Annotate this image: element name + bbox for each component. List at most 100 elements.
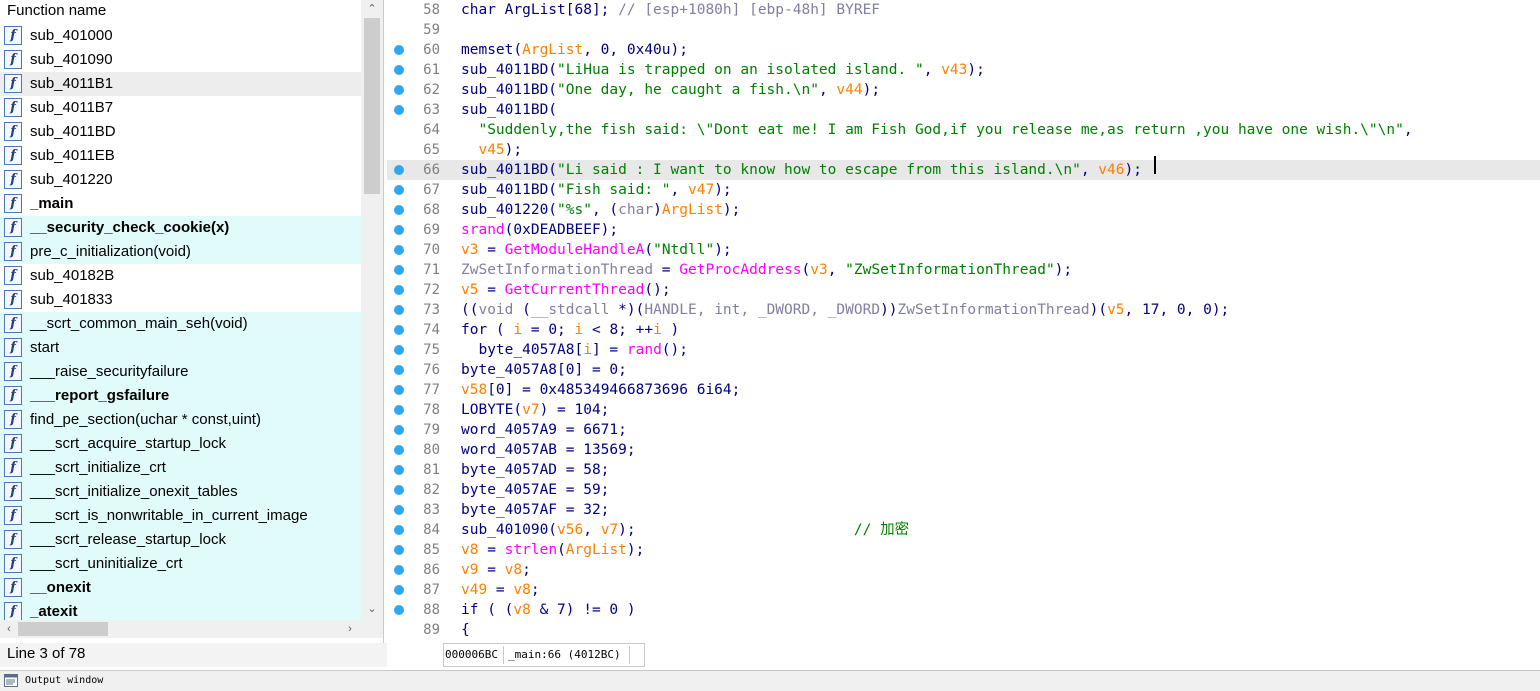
scroll-up-arrow-icon[interactable]: ⌃ bbox=[361, 0, 383, 18]
code-token: = bbox=[653, 262, 680, 278]
code-token: sub_4011BD( bbox=[461, 102, 558, 118]
code-token: & 7) != 0 ) bbox=[530, 602, 636, 618]
code-token: // [esp+1080h] [ebp-48h] BYREF bbox=[618, 2, 881, 18]
vertical-scroll-thumb[interactable] bbox=[364, 18, 380, 194]
code-line[interactable]: 84 sub_401090(v56, v7); // 加密 bbox=[387, 520, 1540, 540]
function-list-item[interactable]: f pre_c_initialization(void) bbox=[0, 240, 361, 264]
code-line[interactable]: 76 byte_4057A8[0] = 0; bbox=[387, 360, 1540, 380]
function-list-item[interactable]: f __scrt_common_main_seh(void) bbox=[0, 312, 361, 336]
function-name: start bbox=[30, 339, 60, 356]
function-list-item[interactable]: f sub_4011BD bbox=[0, 120, 361, 144]
code-token: < 8; ++ bbox=[583, 322, 654, 338]
line-number: 79 bbox=[423, 422, 440, 438]
function-list-item[interactable]: f ___raise_securityfailure bbox=[0, 360, 361, 384]
code-line[interactable]: 87 v49 = v8; bbox=[387, 580, 1540, 600]
code-line[interactable]: 78 LOBYTE(v7) = 104; bbox=[387, 400, 1540, 420]
code-line[interactable]: 64 "Suddenly,the fish said: \"Dont eat m… bbox=[387, 120, 1540, 140]
function-list-item[interactable]: f __security_check_cookie(x) bbox=[0, 216, 361, 240]
function-name: sub_401000 bbox=[30, 27, 113, 44]
code-line[interactable]: 77 v58[0] = 0x485349466873696 6i64; bbox=[387, 380, 1540, 400]
function-list-item[interactable]: f sub_401090 bbox=[0, 48, 361, 72]
code-line[interactable]: 86 v9 = v8; bbox=[387, 560, 1540, 580]
code-token: v8 bbox=[513, 582, 531, 598]
pseudocode-view[interactable]: 58 char ArgList[68]; // [esp+1080h] [ebp-… bbox=[387, 0, 1540, 642]
function-list-item[interactable]: f sub_401220 bbox=[0, 168, 361, 192]
code-line[interactable]: 81 byte_4057AD = 58; bbox=[387, 460, 1540, 480]
code-token: "%s" bbox=[557, 202, 592, 218]
code-line[interactable]: 60 memset(ArgList, 0, 0x40u); bbox=[387, 40, 1540, 60]
code-line[interactable]: 71 ZwSetInformationThread = GetProcAddres… bbox=[387, 260, 1540, 280]
scroll-left-arrow-icon[interactable]: ‹ bbox=[0, 620, 18, 638]
function-list-item[interactable]: f _atexit bbox=[0, 600, 361, 620]
code-line[interactable]: 67 sub_4011BD("Fish said: ", v47); bbox=[387, 180, 1540, 200]
horizontal-scroll-thumb[interactable] bbox=[18, 622, 108, 636]
function-list-item[interactable]: f start bbox=[0, 336, 361, 360]
function-list-item[interactable]: f find_pe_section(uchar * const,uint) bbox=[0, 408, 361, 432]
code-line[interactable]: 85 v8 = strlen(ArgList); bbox=[387, 540, 1540, 560]
function-list-item[interactable]: f __onexit bbox=[0, 576, 361, 600]
code-token: = bbox=[478, 562, 505, 578]
code-line[interactable]: 66 sub_4011BD("Li said : I want to know h… bbox=[387, 160, 1540, 180]
code-text: byte_4057A8[i] = rand(); bbox=[461, 340, 688, 360]
function-name: __security_check_cookie(x) bbox=[30, 219, 230, 236]
code-token: GetCurrentThread bbox=[504, 282, 645, 298]
function-list-item[interactable]: f ___scrt_initialize_onexit_tables bbox=[0, 480, 361, 504]
function-list-item[interactable]: f _main bbox=[0, 192, 361, 216]
code-text: byte_4057A8[0] = 0; bbox=[461, 360, 627, 380]
status-location: _main:66 (4012BC) bbox=[508, 648, 621, 661]
code-text: for ( i = 0; i < 8; ++i ) bbox=[461, 320, 679, 340]
function-list-item[interactable]: f sub_401833 bbox=[0, 288, 361, 312]
vertical-scrollbar[interactable]: ⌃ ⌄ bbox=[361, 0, 383, 620]
code-line[interactable]: 88 if ( (v8 & 7) != 0 ) bbox=[387, 600, 1540, 620]
function-list-item[interactable]: f ___report_gsfailure bbox=[0, 384, 361, 408]
code-line[interactable]: 65 v45); bbox=[387, 140, 1540, 160]
output-window-label: Output window bbox=[25, 675, 104, 686]
code-line[interactable]: 83 byte_4057AF = 32; bbox=[387, 500, 1540, 520]
code-line[interactable]: 75 byte_4057A8[i] = rand(); bbox=[387, 340, 1540, 360]
code-line[interactable]: 79 word_4057A9 = 6671; bbox=[387, 420, 1540, 440]
code-token: ); bbox=[967, 62, 985, 78]
scroll-down-arrow-icon[interactable]: ⌄ bbox=[361, 600, 383, 618]
function-list-item[interactable]: f sub_4011EB bbox=[0, 144, 361, 168]
code-line[interactable]: 80 word_4057AB = 13569; bbox=[387, 440, 1540, 460]
function-name: __scrt_common_main_seh(void) bbox=[30, 315, 248, 332]
code-token: ); bbox=[722, 202, 741, 218]
code-line[interactable]: 63 sub_4011BD( bbox=[387, 100, 1540, 120]
line-number: 74 bbox=[423, 322, 440, 338]
code-token: ); bbox=[504, 142, 523, 158]
function-list-item[interactable]: f sub_401000 bbox=[0, 24, 361, 48]
code-token: "LiHua is trapped on an isolated island.… bbox=[557, 62, 924, 78]
function-list-item[interactable]: f sub_4011B7 bbox=[0, 96, 361, 120]
function-list-item[interactable]: f ___scrt_initialize_crt bbox=[0, 456, 361, 480]
code-text: char ArgList[68]; // [esp+1080h] [ebp-48… bbox=[461, 0, 880, 20]
code-line[interactable]: 82 byte_4057AE = 59; bbox=[387, 480, 1540, 500]
code-line[interactable]: 70 v3 = GetModuleHandleA("Ntdll"); bbox=[387, 240, 1540, 260]
code-line[interactable]: 61 sub_4011BD("LiHua is trapped on an iso… bbox=[387, 60, 1540, 80]
code-line[interactable]: 69 srand(0xDEADBEEF); bbox=[387, 220, 1540, 240]
function-list-item[interactable]: f ___scrt_release_startup_lock bbox=[0, 528, 361, 552]
code-token: , ( bbox=[591, 202, 619, 218]
line-number: 85 bbox=[423, 542, 440, 558]
code-line[interactable]: 72 v5 = GetCurrentThread(); bbox=[387, 280, 1540, 300]
function-list-item[interactable]: f sub_4011B1 bbox=[0, 72, 361, 96]
horizontal-scrollbar[interactable]: ‹ › bbox=[0, 620, 361, 638]
function-list-item[interactable]: f ___scrt_acquire_startup_lock bbox=[0, 432, 361, 456]
code-line[interactable]: 62 sub_4011BD("One day, he caught a fish.… bbox=[387, 80, 1540, 100]
code-token: byte_4057AF = 32; bbox=[461, 502, 610, 518]
code-line[interactable]: 59 bbox=[387, 20, 1540, 40]
code-line[interactable]: 73 ((void (__stdcall *)(HANDLE, int, _DWO… bbox=[387, 300, 1540, 320]
function-name-column-header[interactable]: Function name bbox=[0, 0, 361, 24]
code-token: word_4057AB = 13569; bbox=[461, 442, 636, 458]
code-line[interactable]: 68 sub_401220("%s", (char)ArgList); bbox=[387, 200, 1540, 220]
function-list-item[interactable]: f sub_40182B bbox=[0, 264, 361, 288]
code-line[interactable]: 89 { bbox=[387, 620, 1540, 640]
function-list-item[interactable]: f ___scrt_uninitialize_crt bbox=[0, 552, 361, 576]
scroll-right-arrow-icon[interactable]: › bbox=[341, 620, 359, 638]
function-list-item[interactable]: f ___scrt_is_nonwritable_in_current_image bbox=[0, 504, 361, 528]
output-window-bar[interactable]: Output window bbox=[0, 670, 1540, 691]
code-token: ( bbox=[513, 302, 531, 318]
function-name: ___raise_securityfailure bbox=[30, 363, 189, 380]
code-token: v49 bbox=[461, 582, 488, 598]
code-line[interactable]: 58 char ArgList[68]; // [esp+1080h] [ebp-… bbox=[387, 0, 1540, 20]
code-line[interactable]: 74 for ( i = 0; i < 8; ++i ) bbox=[387, 320, 1540, 340]
